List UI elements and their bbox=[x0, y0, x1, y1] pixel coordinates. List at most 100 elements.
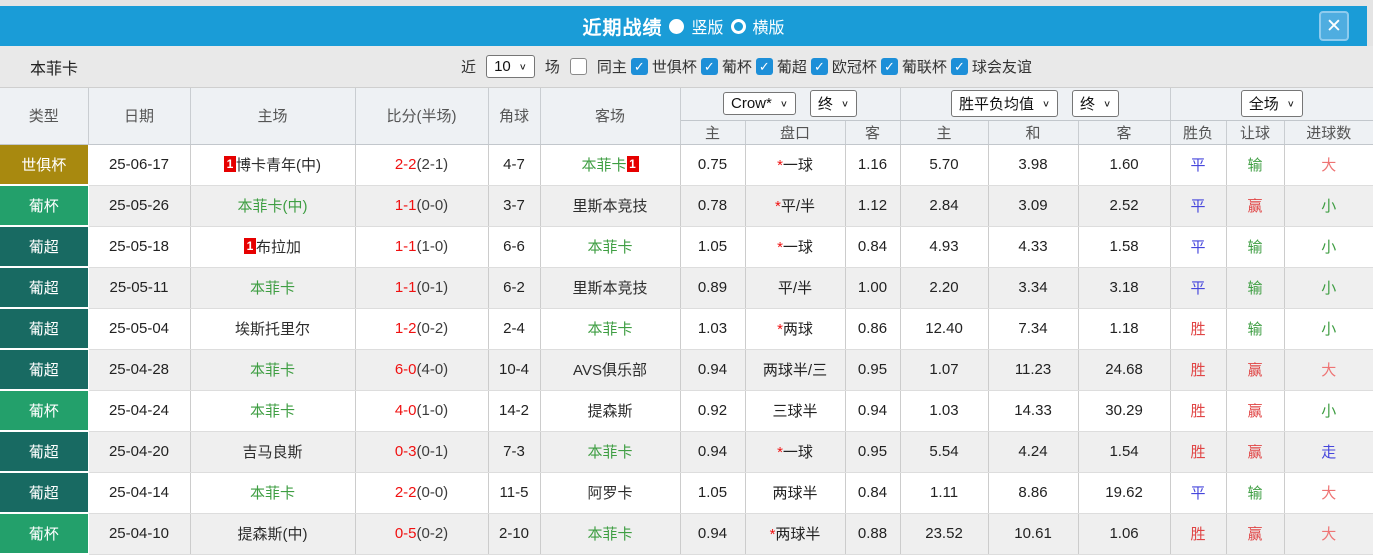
check-icon: ✓ bbox=[759, 59, 770, 75]
same-venue-checkbox[interactable] bbox=[570, 58, 587, 75]
handicap-text: 两球半 bbox=[775, 526, 820, 543]
cell-result: 平 bbox=[1170, 185, 1226, 226]
europe-time-select[interactable]: 终 ∨ bbox=[1072, 90, 1119, 117]
table-row: 葡超 25-04-14 本菲卡 2-2(0-0) 11-5 阿罗卡 1.05 两… bbox=[0, 472, 1373, 513]
cell-score: 2-2(0-0) bbox=[355, 472, 488, 513]
chevron-down-icon: ∨ bbox=[841, 99, 849, 109]
table-row: 葡超 25-05-11 本菲卡 1-1(0-1) 6-2 里斯本竞技 0.89 … bbox=[0, 267, 1373, 308]
cell-date: 25-04-28 bbox=[88, 349, 190, 390]
league-checkbox-5[interactable]: ✓ bbox=[951, 58, 968, 75]
cell-asia-home-odds: 0.94 bbox=[680, 431, 745, 472]
fulltime-score: 1-2 bbox=[395, 320, 417, 337]
radio-horizontal-label[interactable]: 横版 bbox=[753, 14, 785, 38]
cell-goals-result: 小 bbox=[1284, 185, 1373, 226]
cell-handicap-result: 赢 bbox=[1226, 185, 1284, 226]
league-checkbox-0[interactable]: ✓ bbox=[631, 58, 648, 75]
radio-horizontal-unselected-icon[interactable] bbox=[731, 19, 746, 34]
cell-asia-away-odds: 0.84 bbox=[845, 226, 900, 267]
cell-corners: 6-6 bbox=[488, 226, 540, 267]
halftime-score: (1-0) bbox=[417, 238, 449, 255]
cell-eu-home-odds: 4.93 bbox=[900, 226, 988, 267]
cell-eu-home-odds: 2.84 bbox=[900, 185, 988, 226]
cell-result: 胜 bbox=[1170, 308, 1226, 349]
cell-goals-result: 小 bbox=[1284, 390, 1373, 431]
cell-home-team: 1布拉加 bbox=[190, 226, 355, 267]
cell-score: 1-2(0-2) bbox=[355, 308, 488, 349]
table-header: 类型 日期 主场 比分(半场) 角球 客场 Crow* ∨ 终 ∨ bbox=[0, 88, 1373, 144]
match-count-select[interactable]: 10 ∨ bbox=[486, 55, 535, 78]
result-group: 全场 ∨ bbox=[1170, 88, 1373, 120]
league-label-4: 葡联杯 bbox=[902, 56, 947, 77]
col-date: 日期 bbox=[88, 88, 190, 144]
radio-vertical-label[interactable]: 竖版 bbox=[691, 14, 723, 38]
handicap-text: 一球 bbox=[783, 239, 813, 256]
cell-away-team: 本菲卡 bbox=[540, 226, 680, 267]
cell-handicap-result: 输 bbox=[1226, 226, 1284, 267]
cell-goals-result: 小 bbox=[1284, 308, 1373, 349]
cell-date: 25-05-26 bbox=[88, 185, 190, 226]
cell-corners: 14-2 bbox=[488, 390, 540, 431]
red-card-badge: 1 bbox=[224, 156, 236, 172]
page-title: 近期战绩 bbox=[582, 13, 662, 40]
cell-result: 胜 bbox=[1170, 513, 1226, 554]
cell-asia-home-odds: 0.75 bbox=[680, 144, 745, 185]
league-checkbox-4[interactable]: ✓ bbox=[881, 58, 898, 75]
table-row: 葡超 25-04-28 本菲卡 6-0(4-0) 10-4 AVS俱乐部 0.9… bbox=[0, 349, 1373, 390]
cell-date: 25-06-17 bbox=[88, 144, 190, 185]
fulltime-score: 1-1 bbox=[395, 279, 417, 296]
cell-goals-result: 小 bbox=[1284, 267, 1373, 308]
col-result: 胜负 bbox=[1170, 120, 1226, 144]
cell-eu-draw-odds: 10.61 bbox=[988, 513, 1078, 554]
cell-asia-away-odds: 0.95 bbox=[845, 349, 900, 390]
cell-eu-home-odds: 23.52 bbox=[900, 513, 988, 554]
cell-competition-type: 葡超 bbox=[0, 349, 88, 390]
cell-goals-result: 走 bbox=[1284, 431, 1373, 472]
cell-date: 25-04-14 bbox=[88, 472, 190, 513]
cell-asia-home-odds: 0.94 bbox=[680, 349, 745, 390]
cell-result: 胜 bbox=[1170, 349, 1226, 390]
cell-eu-home-odds: 1.11 bbox=[900, 472, 988, 513]
handicap-text: 两球 bbox=[783, 321, 813, 338]
home-team-name: 本菲卡 bbox=[250, 485, 295, 502]
cell-date: 25-04-24 bbox=[88, 390, 190, 431]
cell-asia-home-odds: 0.89 bbox=[680, 267, 745, 308]
odds-source-select[interactable]: Crow* ∨ bbox=[723, 92, 796, 115]
scope-select[interactable]: 全场 ∨ bbox=[1241, 90, 1303, 117]
col-away: 客场 bbox=[540, 88, 680, 144]
titlebar: 近期战绩 竖版 横版 ✕ bbox=[0, 6, 1367, 46]
cell-eu-draw-odds: 3.34 bbox=[988, 267, 1078, 308]
cell-handicap: 平/半 bbox=[745, 267, 845, 308]
cell-home-team: 本菲卡 bbox=[190, 349, 355, 390]
cell-goals-result: 大 bbox=[1284, 349, 1373, 390]
away-team-name: 本菲卡 bbox=[587, 239, 632, 256]
table-row: 葡超 25-05-18 1布拉加 1-1(1-0) 6-6 本菲卡 1.05 *… bbox=[0, 226, 1373, 267]
cell-asia-home-odds: 1.03 bbox=[680, 308, 745, 349]
col-type: 类型 bbox=[0, 88, 88, 144]
radio-vertical-selected-icon[interactable] bbox=[669, 19, 684, 34]
cell-handicap-result: 输 bbox=[1226, 472, 1284, 513]
cell-eu-draw-odds: 11.23 bbox=[988, 349, 1078, 390]
odds-time-select[interactable]: 终 ∨ bbox=[810, 90, 857, 117]
away-team-name: 本菲卡 bbox=[581, 157, 626, 174]
cell-result: 平 bbox=[1170, 267, 1226, 308]
league-checkbox-3[interactable]: ✓ bbox=[811, 58, 828, 75]
home-team-name: 博卡青年(中) bbox=[236, 157, 321, 174]
away-team-name: 提森斯 bbox=[587, 403, 632, 420]
league-checkbox-2[interactable]: ✓ bbox=[756, 58, 773, 75]
near-label: 近 bbox=[461, 56, 476, 77]
cell-handicap: *平/半 bbox=[745, 185, 845, 226]
handicap-text: 一球 bbox=[783, 157, 813, 174]
halftime-score: (0-1) bbox=[417, 279, 449, 296]
europe-odds-select[interactable]: 胜平负均值 ∨ bbox=[951, 90, 1058, 117]
results-table: 类型 日期 主场 比分(半场) 角球 客场 Crow* ∨ 终 ∨ bbox=[0, 88, 1373, 555]
league-checkbox-1[interactable]: ✓ bbox=[701, 58, 718, 75]
cell-away-team: 本菲卡1 bbox=[540, 144, 680, 185]
cell-handicap-result: 赢 bbox=[1226, 513, 1284, 554]
cell-away-team: AVS俱乐部 bbox=[540, 349, 680, 390]
cell-competition-type: 葡超 bbox=[0, 308, 88, 349]
home-team-name: 埃斯托里尔 bbox=[235, 321, 310, 338]
league-label-2: 葡超 bbox=[777, 56, 807, 77]
table-row: 葡杯 25-04-24 本菲卡 4-0(1-0) 14-2 提森斯 0.92 三… bbox=[0, 390, 1373, 431]
close-button[interactable]: ✕ bbox=[1319, 11, 1349, 41]
cell-competition-type: 葡杯 bbox=[0, 390, 88, 431]
